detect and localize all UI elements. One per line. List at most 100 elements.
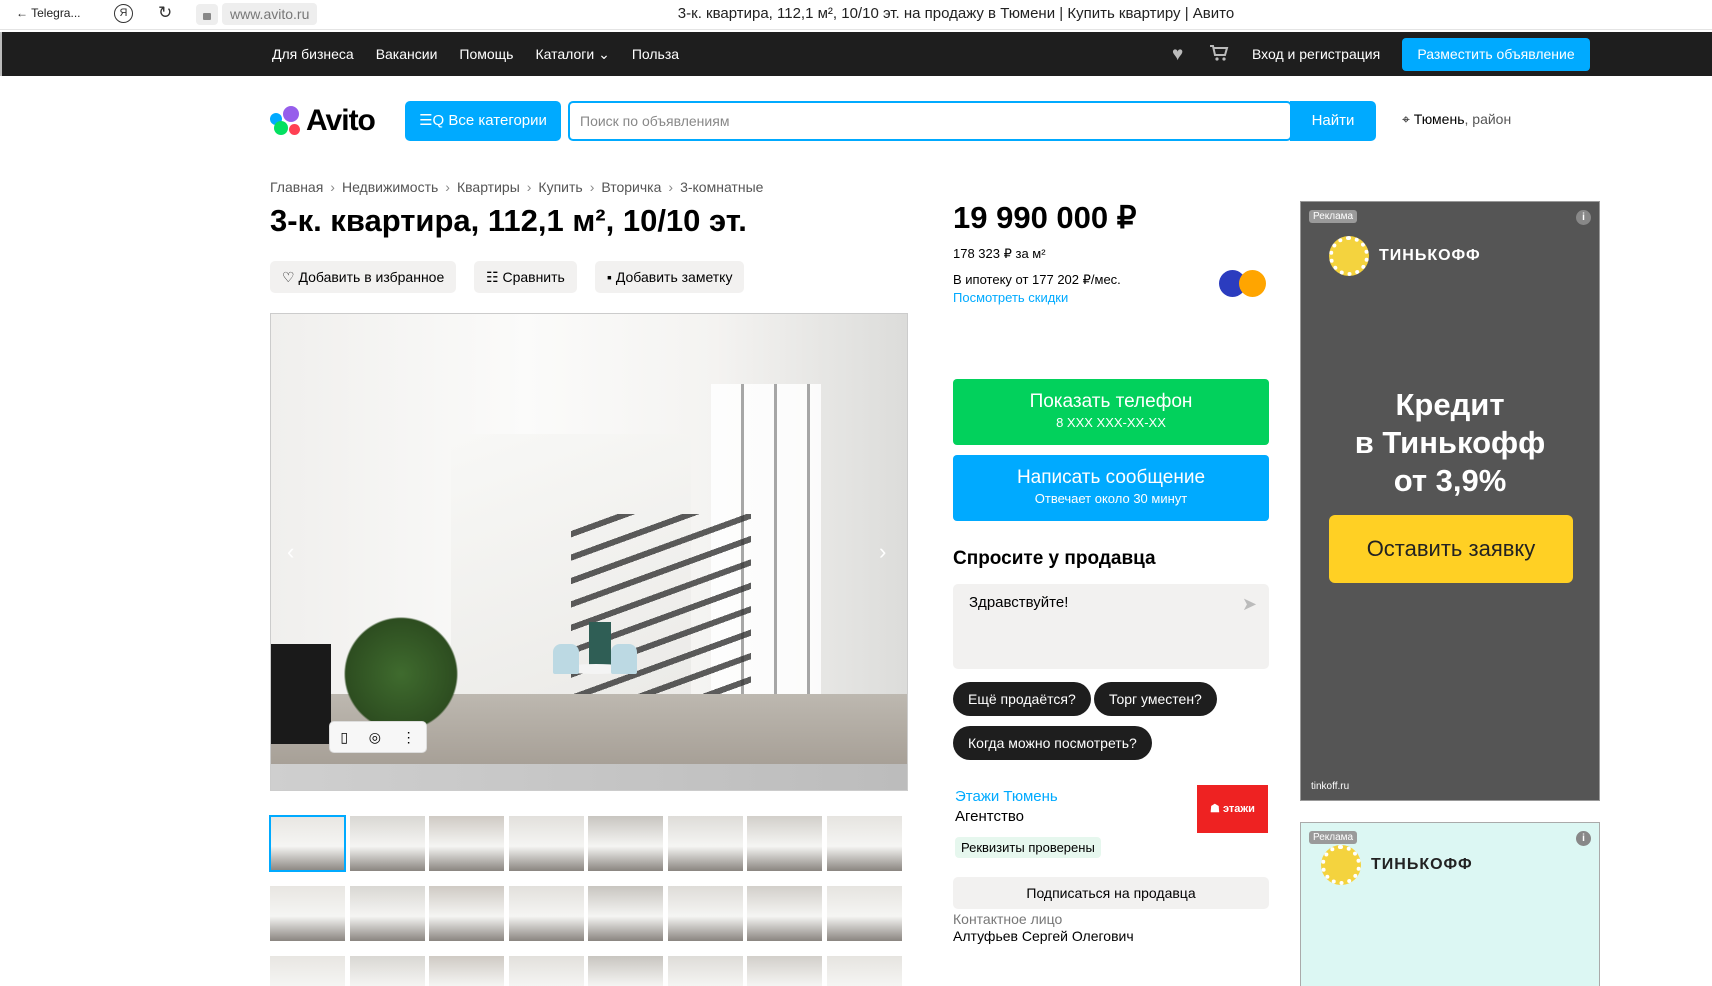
gallery-thumbnail[interactable]: [826, 816, 902, 871]
gallery-thumbnail[interactable]: [429, 816, 504, 871]
cart-icon[interactable]: [1209, 44, 1229, 67]
ad-brand-name: ТИНЬКОФФ: [1371, 856, 1473, 873]
search-input[interactable]: [570, 103, 1290, 139]
tinkoff-logo-icon: [1329, 236, 1369, 276]
nav-link-catalogs[interactable]: Каталоги ⌄: [535, 46, 609, 63]
write-message-label: Написать сообщение: [1016, 467, 1206, 488]
seller-logo[interactable]: ☗ этажи: [1197, 785, 1268, 833]
gallery-thumbnail[interactable]: [508, 956, 584, 986]
avito-dots-icon: [270, 106, 302, 136]
gallery-thumbnail[interactable]: [349, 956, 425, 986]
image-search-icon[interactable]: ◎: [369, 729, 381, 746]
subscribe-seller-button[interactable]: Подписаться на продавца: [953, 877, 1269, 909]
ad-banner-tinkoff-2[interactable]: Реклама i ТИНЬКОФФ: [1300, 822, 1600, 986]
listing-title: 3-к. квартира, 112,1 м², 10/10 эт.: [270, 203, 747, 238]
find-button[interactable]: Найти: [1290, 101, 1376, 141]
breadcrumb-item[interactable]: 3-комнатные: [680, 179, 763, 195]
phone-masked: 8 XXX XXX-XX-XX: [1056, 415, 1166, 430]
gallery-thumbnail[interactable]: [588, 886, 663, 941]
gallery-thumbnail[interactable]: [826, 956, 902, 986]
quick-reply-bargain[interactable]: Торг уместен?: [1094, 682, 1217, 716]
gallery-thumbnail[interactable]: [349, 886, 425, 941]
gallery-thumbnail[interactable]: [747, 956, 822, 986]
gallery-thumbnail[interactable]: [588, 816, 663, 871]
gallery-thumbnail[interactable]: [269, 815, 346, 872]
info-icon[interactable]: i: [1576, 210, 1591, 225]
gallery-thumbnail[interactable]: [667, 886, 743, 941]
breadcrumb-item[interactable]: Недвижимость: [342, 179, 438, 195]
gallery-thumbnail[interactable]: [667, 816, 743, 871]
quick-reply-view-when[interactable]: Когда можно посмотреть?: [953, 726, 1152, 760]
ad-headline-line: Кредит: [1395, 387, 1505, 422]
more-icon[interactable]: ⋮: [402, 729, 416, 746]
location-selector[interactable]: ⌖ Тюмень, район: [1402, 111, 1511, 128]
main-photo[interactable]: [271, 314, 907, 764]
contact-person-name: Алтуфьев Сергей Олегович: [953, 928, 1134, 944]
bookmark-icon[interactable]: ▯: [340, 729, 348, 746]
gallery-thumbnail[interactable]: [429, 886, 504, 941]
page-title-bar: 3-к. квартира, 112,1 м², 10/10 эт. на пр…: [677, 5, 1235, 22]
photo-tools: ▯ ◎ ⋮: [329, 721, 427, 753]
quick-reply-still-selling[interactable]: Ещё продаётся?: [953, 682, 1091, 716]
top-navigation: Для бизнеса Вакансии Помощь Каталоги ⌄ П…: [0, 32, 1712, 76]
favorites-label: Добавить в избранное: [298, 269, 445, 285]
location-city: Тюмень: [1413, 111, 1465, 127]
gallery-thumbnail[interactable]: [588, 956, 663, 986]
gallery-thumbnail[interactable]: [508, 886, 584, 941]
discounts-link[interactable]: Посмотреть скидки: [953, 290, 1068, 305]
nav-link-benefit[interactable]: Польза: [632, 46, 679, 63]
ad-cta-button[interactable]: Оставить заявку: [1329, 515, 1573, 583]
breadcrumb-separator: ›: [668, 179, 674, 195]
nav-link-vacancies[interactable]: Вакансии: [376, 46, 438, 63]
breadcrumb-item[interactable]: Главная: [270, 179, 323, 195]
gallery-thumbnail[interactable]: [747, 816, 822, 871]
info-icon[interactable]: i: [1576, 831, 1591, 846]
all-categories-button[interactable]: ☰Q Все категории: [405, 101, 561, 141]
gallery-thumbnail[interactable]: [349, 816, 425, 871]
breadcrumb-item[interactable]: Купить: [538, 179, 582, 195]
favorites-heart-icon[interactable]: ♥: [1172, 44, 1183, 66]
breadcrumb-separator: ›: [526, 179, 532, 195]
post-ad-button[interactable]: Разместить объявление: [1402, 38, 1590, 71]
login-link[interactable]: Вход и регистрация: [1252, 46, 1380, 62]
add-to-favorites-button[interactable]: ♡ Добавить в избранное: [270, 261, 457, 293]
gallery-thumbnail[interactable]: [747, 886, 822, 941]
ad-banner-tinkoff[interactable]: Реклама i ТИНЬКОФФ Кредит в Тинькофф от …: [1300, 201, 1600, 801]
gallery-thumbnail[interactable]: [667, 956, 743, 986]
breadcrumb-separator: ›: [445, 179, 450, 195]
photo-gallery[interactable]: ‹ › ▯ ◎ ⋮: [270, 313, 908, 791]
location-region: , район: [1464, 111, 1512, 127]
browser-bar: ← Telegra... Я ↻ www.avito.ru 3-к. кварт…: [0, 0, 1712, 30]
breadcrumb-separator: ›: [330, 179, 335, 195]
prev-photo-icon[interactable]: ‹: [287, 539, 294, 565]
nav-link-help[interactable]: Помощь: [459, 46, 513, 63]
contact-person-label: Контактное лицо: [953, 911, 1063, 927]
location-pin-icon: ⌖: [1402, 111, 1414, 127]
nav-link-business[interactable]: Для бизнеса: [272, 46, 354, 63]
send-icon[interactable]: ➤: [1242, 594, 1257, 615]
show-phone-button[interactable]: Показать телефон 8 XXX XXX-XX-XX: [953, 379, 1269, 445]
gallery-thumbnail[interactable]: [429, 956, 504, 986]
write-message-button[interactable]: Написать сообщение Отвечает около 30 мин…: [953, 455, 1269, 521]
breadcrumb: Главная › Недвижимость › Квартиры › Купить ›…: [270, 179, 763, 195]
compare-button[interactable]: ☷ Сравнить: [474, 261, 577, 293]
seller-name-link[interactable]: Этажи Тюмень: [955, 788, 1058, 805]
search-box: [568, 101, 1292, 141]
breadcrumb-item[interactable]: Вторичка: [601, 179, 661, 195]
breadcrumb-separator: ›: [589, 179, 595, 195]
add-note-button[interactable]: ▪ Добавить заметку: [595, 261, 745, 293]
gallery-thumbnail[interactable]: [270, 886, 345, 941]
breadcrumb-item[interactable]: Квартиры: [457, 179, 520, 195]
gallery-thumbnail[interactable]: [508, 816, 584, 871]
show-phone-label: Показать телефон: [1029, 391, 1193, 412]
next-photo-icon[interactable]: ›: [879, 539, 886, 565]
avito-logo[interactable]: Avito: [270, 104, 376, 138]
message-textarea[interactable]: Здравствуйте! ➤: [953, 584, 1269, 669]
ad-brand: ТИНЬКОФФ: [1329, 236, 1481, 276]
bank-partner-icon[interactable]: [1219, 270, 1268, 297]
ad-label: Реклама: [1309, 210, 1358, 223]
gallery-thumbnail[interactable]: [826, 886, 902, 941]
gallery-thumbnail[interactable]: [270, 956, 345, 986]
top-links: Для бизнеса Вакансии Помощь Каталоги ⌄ П…: [272, 46, 679, 63]
ad-label: Реклама: [1309, 831, 1358, 844]
